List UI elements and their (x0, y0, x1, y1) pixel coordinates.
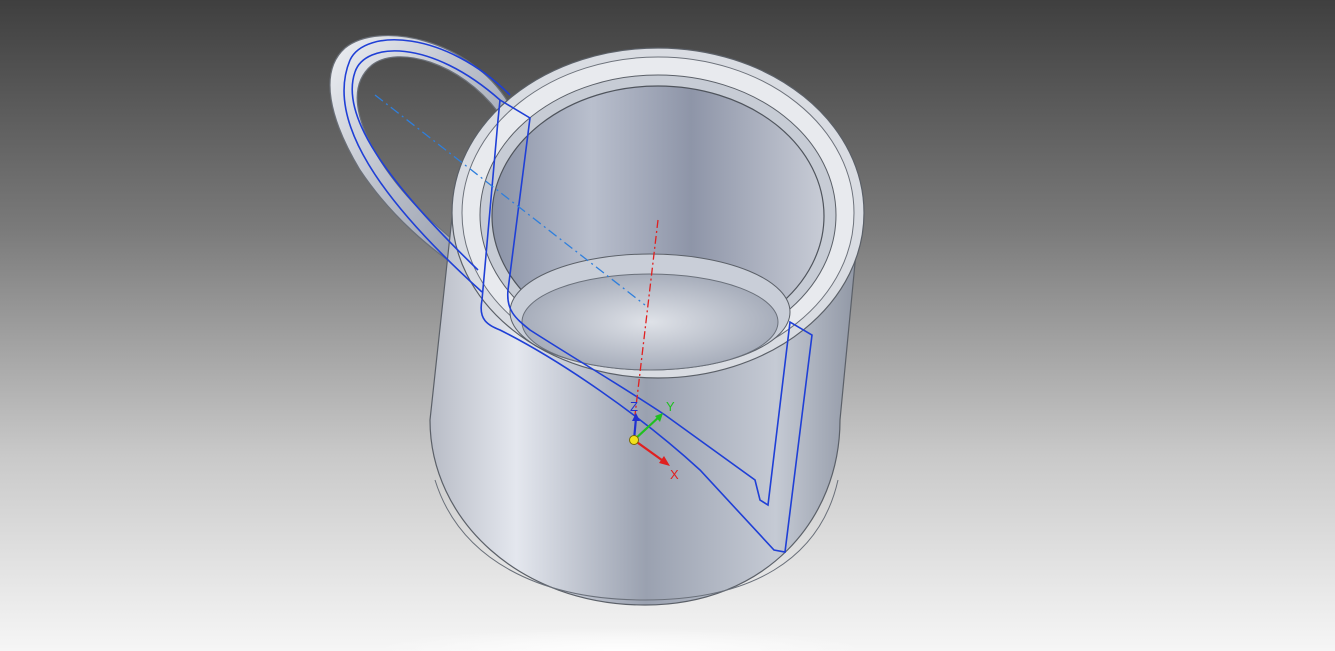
x-axis-label: X (670, 467, 679, 482)
origin-point (629, 435, 639, 445)
y-axis-label: Y (666, 399, 675, 414)
graphics-viewport[interactable]: X Y Z (0, 0, 1335, 651)
z-axis-label: Z (630, 399, 638, 414)
mug-inner-bottom (509, 253, 791, 371)
model-canvas[interactable]: X Y Z (0, 0, 1335, 651)
floor-reflection (370, 628, 870, 651)
